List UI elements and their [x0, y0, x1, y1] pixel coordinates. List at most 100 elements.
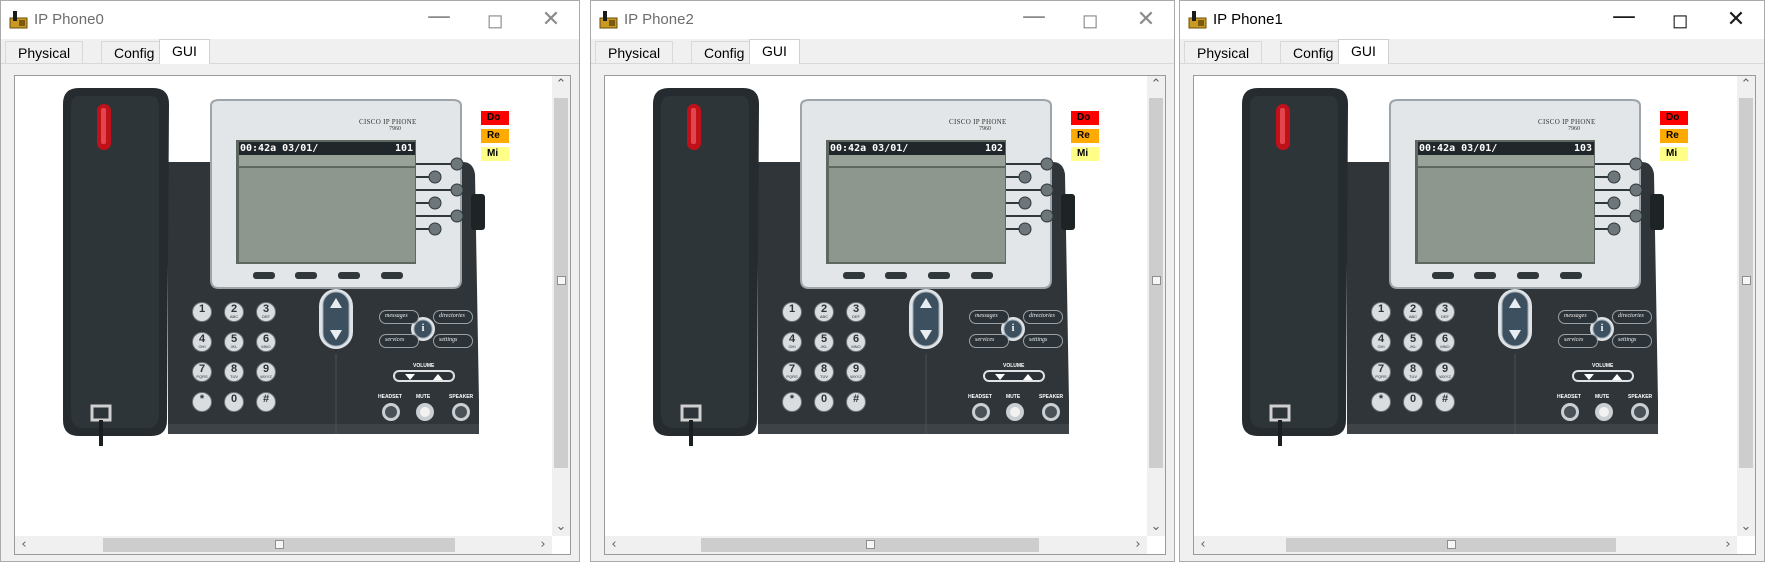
keypad-hash-button[interactable]: #: [846, 392, 866, 412]
scroll-left-icon[interactable]: ‹: [605, 536, 623, 554]
keypad-hash-button[interactable]: #: [1435, 392, 1455, 412]
vertical-scroll-thumb[interactable]: [1149, 98, 1163, 468]
keypad-5-button[interactable]: 5 JKL: [1403, 332, 1423, 352]
headset-button[interactable]: [1561, 403, 1579, 421]
keypad-5-button[interactable]: 5 JKL: [224, 332, 244, 352]
tab-gui[interactable]: GUI: [749, 39, 800, 64]
scroll-down-icon[interactable]: ⌄: [552, 518, 570, 536]
keypad-4-button[interactable]: 4 GHI: [192, 332, 212, 352]
maximize-icon[interactable]: ◻: [1062, 1, 1118, 39]
nav-up-button[interactable]: [1503, 293, 1527, 317]
keypad-5-button[interactable]: 5 JKL: [814, 332, 834, 352]
speaker-button[interactable]: [1631, 403, 1649, 421]
scroll-up-icon[interactable]: ⌃: [1147, 76, 1165, 94]
tab-physical[interactable]: Physical: [1184, 41, 1263, 63]
keypad-9-button[interactable]: 9 WXYZ: [256, 362, 276, 382]
keypad-3-button[interactable]: 3 DEF: [846, 302, 866, 322]
keypad-2-button[interactable]: 2 ABC: [224, 302, 244, 322]
scroll-right-icon[interactable]: ›: [534, 536, 552, 554]
directories-button[interactable]: directories: [1612, 310, 1652, 324]
vertical-scroll-thumb[interactable]: [1739, 98, 1753, 468]
keypad-1-button[interactable]: 1: [1371, 302, 1391, 322]
messages-button[interactable]: messages: [379, 310, 419, 324]
nav-up-button[interactable]: [914, 293, 938, 317]
maximize-icon[interactable]: ◻: [1652, 1, 1708, 39]
keypad-0-button[interactable]: 0: [1403, 392, 1423, 412]
directories-button[interactable]: directories: [1023, 310, 1063, 324]
horizontal-scrollbar[interactable]: ‹ ›: [605, 536, 1147, 554]
tab-gui[interactable]: GUI: [1338, 39, 1389, 64]
keypad-star-button[interactable]: *: [192, 392, 212, 412]
vertical-scrollbar[interactable]: ⌃ ⌄: [552, 76, 570, 536]
volume-up-button[interactable]: [1604, 371, 1632, 381]
directories-button[interactable]: directories: [433, 310, 473, 324]
keypad-9-button[interactable]: 9 WXYZ: [846, 362, 866, 382]
headset-button[interactable]: [382, 403, 400, 421]
keypad-star-button[interactable]: *: [782, 392, 802, 412]
mute-button[interactable]: [1595, 403, 1613, 421]
scroll-right-icon[interactable]: ›: [1719, 536, 1737, 554]
minimize-icon[interactable]: —: [411, 1, 467, 39]
keypad-4-button[interactable]: 4 GHI: [1371, 332, 1391, 352]
scroll-down-icon[interactable]: ⌄: [1147, 518, 1165, 536]
nav-down-button[interactable]: [324, 321, 348, 345]
keypad-6-button[interactable]: 6 MNO: [256, 332, 276, 352]
volume-down-button[interactable]: [1574, 371, 1602, 381]
mute-button[interactable]: [416, 403, 434, 421]
keypad-2-button[interactable]: 2 ABC: [1403, 302, 1423, 322]
volume-down-button[interactable]: [395, 371, 423, 381]
keypad-7-button[interactable]: 7 PQRS: [782, 362, 802, 382]
info-button[interactable]: i: [1007, 322, 1019, 336]
scroll-right-icon[interactable]: ›: [1129, 536, 1147, 554]
keypad-7-button[interactable]: 7 PQRS: [1371, 362, 1391, 382]
keypad-3-button[interactable]: 3 DEF: [1435, 302, 1455, 322]
keypad-2-button[interactable]: 2 ABC: [814, 302, 834, 322]
settings-button[interactable]: settings: [433, 334, 473, 348]
minimize-icon[interactable]: —: [1006, 1, 1062, 39]
tab-config[interactable]: Config: [1280, 41, 1347, 63]
scroll-left-icon[interactable]: ‹: [15, 536, 33, 554]
keypad-7-button[interactable]: 7 PQRS: [192, 362, 212, 382]
scroll-up-icon[interactable]: ⌃: [552, 76, 570, 94]
mute-button[interactable]: [1006, 403, 1024, 421]
close-icon[interactable]: ✕: [1708, 1, 1764, 39]
keypad-0-button[interactable]: 0: [224, 392, 244, 412]
volume-up-button[interactable]: [1015, 371, 1043, 381]
vertical-scroll-thumb[interactable]: [554, 98, 568, 468]
keypad-6-button[interactable]: 6 MNO: [846, 332, 866, 352]
title-bar[interactable]: IP Phone1 — ◻ ✕: [1180, 1, 1764, 39]
scroll-down-icon[interactable]: ⌄: [1737, 518, 1755, 536]
scroll-left-icon[interactable]: ‹: [1194, 536, 1212, 554]
minimize-icon[interactable]: —: [1596, 1, 1652, 39]
scroll-up-icon[interactable]: ⌃: [1737, 76, 1755, 94]
keypad-3-button[interactable]: 3 DEF: [256, 302, 276, 322]
horizontal-scroll-thumb[interactable]: [701, 538, 1039, 552]
horizontal-scroll-thumb[interactable]: [103, 538, 455, 552]
keypad-8-button[interactable]: 8 TUV: [224, 362, 244, 382]
keypad-4-button[interactable]: 4 GHI: [782, 332, 802, 352]
speaker-button[interactable]: [1042, 403, 1060, 421]
services-button[interactable]: services: [969, 334, 1009, 348]
keypad-1-button[interactable]: 1: [782, 302, 802, 322]
tab-config[interactable]: Config: [101, 41, 168, 63]
close-icon[interactable]: ✕: [523, 1, 579, 39]
services-button[interactable]: services: [379, 334, 419, 348]
keypad-1-button[interactable]: 1: [192, 302, 212, 322]
tab-physical[interactable]: Physical: [5, 41, 84, 63]
messages-button[interactable]: messages: [1558, 310, 1598, 324]
settings-button[interactable]: settings: [1023, 334, 1063, 348]
horizontal-scroll-thumb[interactable]: [1286, 538, 1616, 552]
keypad-8-button[interactable]: 8 TUV: [814, 362, 834, 382]
horizontal-scrollbar[interactable]: ‹ ›: [15, 536, 552, 554]
keypad-9-button[interactable]: 9 WXYZ: [1435, 362, 1455, 382]
messages-button[interactable]: messages: [969, 310, 1009, 324]
nav-up-button[interactable]: [324, 293, 348, 317]
keypad-star-button[interactable]: *: [1371, 392, 1391, 412]
keypad-6-button[interactable]: 6 MNO: [1435, 332, 1455, 352]
volume-up-button[interactable]: [425, 371, 453, 381]
vertical-scrollbar[interactable]: ⌃ ⌄: [1147, 76, 1165, 536]
nav-down-button[interactable]: [1503, 321, 1527, 345]
title-bar[interactable]: IP Phone2 — ◻ ✕: [591, 1, 1174, 39]
vertical-scrollbar[interactable]: ⌃ ⌄: [1737, 76, 1755, 536]
volume-down-button[interactable]: [985, 371, 1013, 381]
